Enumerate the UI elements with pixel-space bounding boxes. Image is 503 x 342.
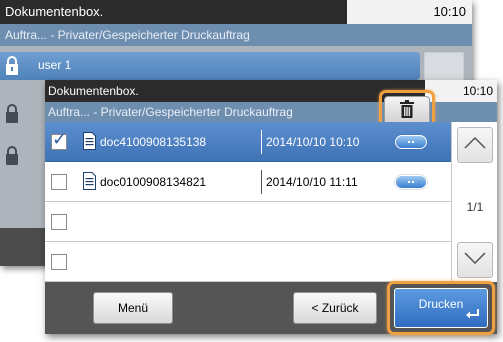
- row-checkbox[interactable]: [51, 254, 67, 270]
- back-clock-box: 10:10: [347, 0, 472, 24]
- table-row[interactable]: ✓ doc4100908135138 2014/10/10 10:10: [45, 122, 451, 162]
- job-list: ✓ doc4100908135138 2014/10/10 10:10 doc0…: [45, 122, 451, 282]
- chevron-down-icon: [464, 251, 486, 269]
- user-row[interactable]: user 1: [0, 52, 420, 80]
- user-label: user 1: [38, 58, 72, 72]
- back-title: Dokumentenbox.: [5, 4, 104, 19]
- column-divider: [261, 130, 262, 154]
- scrollbar: 1/1: [451, 122, 497, 282]
- back-breadcrumb: Auftra... - Privater/Gespeicherter Druck…: [5, 28, 250, 42]
- lock-icon: [5, 146, 19, 171]
- table-row[interactable]: [45, 202, 451, 242]
- chevron-up-icon: [464, 136, 486, 154]
- check-mark-icon: ✓: [52, 129, 68, 149]
- row-checkbox[interactable]: [51, 174, 67, 190]
- clock-box: 10:10: [425, 80, 497, 102]
- scroll-up-button[interactable]: [457, 127, 493, 163]
- column-divider: [261, 170, 262, 194]
- document-date: 2014/10/10 10:10: [266, 135, 360, 149]
- trash-icon: [399, 99, 415, 123]
- document-name: doc0100908134821: [100, 175, 207, 189]
- back-breadcrumb-bar: Auftra... - Privater/Gespeicherter Druck…: [0, 24, 472, 46]
- lock-icon: [5, 56, 19, 81]
- table-row[interactable]: [45, 242, 451, 282]
- table-row[interactable]: doc0100908134821 2014/10/10 11:11: [45, 162, 451, 202]
- menu-button[interactable]: Menü: [93, 292, 173, 324]
- clock: 10:10: [462, 84, 493, 98]
- document-name: doc4100908135138: [100, 135, 207, 149]
- breadcrumb: Auftra... - Privater/Gespeicherter Druck…: [48, 105, 293, 119]
- document-icon: [83, 172, 96, 195]
- lock-icon: [5, 104, 19, 129]
- back-title-bar: Dokumentenbox. 10:10: [0, 0, 472, 24]
- row-checkbox[interactable]: ✓: [51, 130, 67, 150]
- row-checkbox[interactable]: [51, 214, 67, 230]
- print-button[interactable]: Drucken: [394, 288, 488, 328]
- detail-pill-icon[interactable]: [395, 135, 427, 149]
- bottom-bar: Menü < Zurück Drucken: [45, 281, 497, 335]
- document-icon: [83, 132, 96, 155]
- stored-print-job-dialog: Dokumentenbox. 10:10 Auftra... - Private…: [45, 80, 497, 335]
- document-date: 2014/10/10 11:11: [266, 175, 358, 189]
- page-indicator: 1/1: [466, 200, 484, 214]
- back-clock: 10:10: [433, 4, 466, 19]
- back-button[interactable]: < Zurück: [293, 292, 377, 324]
- scroll-down-button[interactable]: [457, 242, 493, 278]
- enter-icon: [465, 308, 481, 323]
- screen-title: Dokumentenbox.: [48, 84, 139, 98]
- detail-pill-icon[interactable]: [395, 175, 427, 189]
